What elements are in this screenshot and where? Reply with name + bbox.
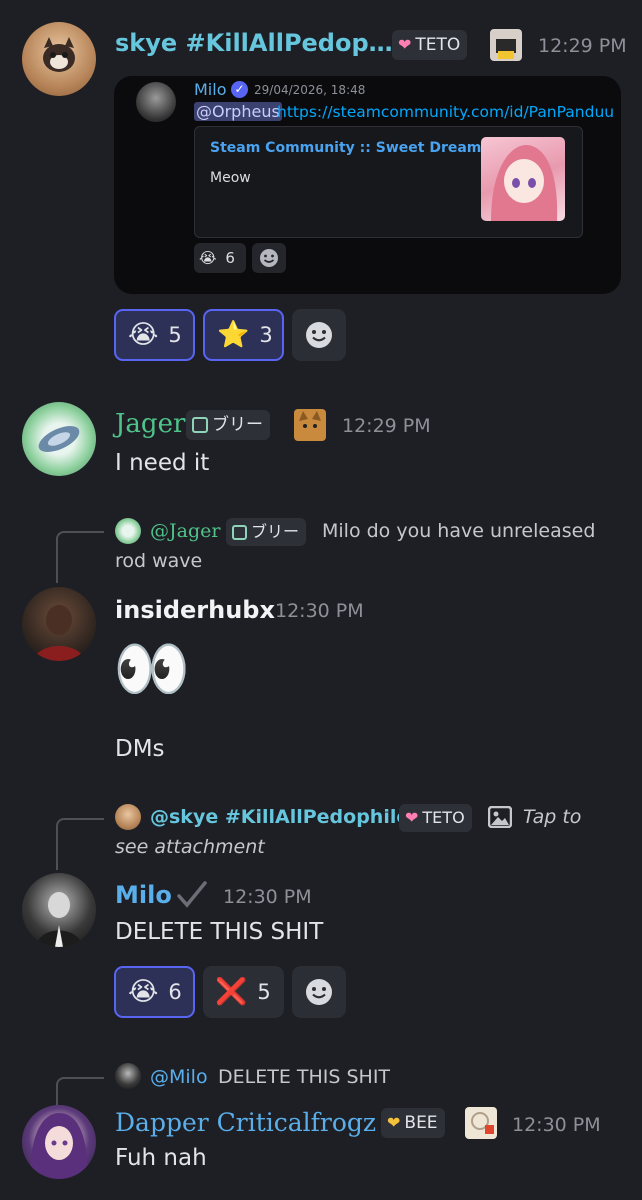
sketch-face-icon [471, 1112, 494, 1134]
avatar[interactable] [22, 402, 96, 476]
spiky-ball-icon [38, 426, 80, 452]
sob-emoji-icon: 😭 [199, 249, 217, 267]
role-tag[interactable]: ブリー [186, 410, 270, 440]
avatar[interactable] [22, 1105, 96, 1179]
timestamp: 12:29 PM [538, 35, 627, 57]
anime-girl-icon [491, 145, 558, 221]
forward-reaction[interactable]: 😭 6 [194, 243, 246, 273]
forwarded-message[interactable]: Milo ✓ 29/04/2026, 18:48 @Orpheus https:… [114, 76, 621, 294]
reply-connector [56, 818, 104, 870]
check-icon [177, 881, 207, 908]
image-attachment-icon [487, 805, 513, 829]
reply-mention[interactable]: @Jager [150, 520, 220, 542]
reaction-cross[interactable]: ❌ 5 [203, 966, 284, 1018]
reply-avatar[interactable] [115, 518, 141, 544]
forward-add-reaction-button[interactable] [252, 243, 286, 273]
author-name[interactable]: skye #KillAllPedop… [115, 29, 393, 57]
role-tag[interactable]: ❤ BEE [381, 1108, 445, 1138]
author-name[interactable]: insiderhubx [115, 596, 275, 624]
eyes-emoji-icon: 👀 [113, 632, 191, 705]
avatar[interactable] [22, 873, 96, 947]
verified-icon: ✓ [231, 81, 248, 98]
anime-girl-icon [30, 1113, 88, 1179]
reaction-sob[interactable]: 😭 5 [114, 309, 195, 361]
add-reaction-button[interactable] [292, 966, 346, 1018]
role-icon [490, 29, 522, 61]
reply-text[interactable]: Tap to [523, 806, 581, 828]
cat-face-icon [299, 411, 321, 428]
reply-mention[interactable]: @skye #KillAllPedophiles [150, 806, 421, 828]
message-text: Fuh nah [115, 1145, 207, 1171]
message-text: DMs [115, 736, 165, 762]
sob-emoji-icon: 😭 [128, 977, 159, 1007]
author-name[interactable]: Milo [115, 881, 172, 909]
embed-thumbnail[interactable] [481, 137, 565, 221]
image-icon [487, 805, 513, 829]
message-text: I need it [115, 450, 210, 476]
role-tag[interactable]: ❤ TETO [392, 30, 468, 60]
reply-text[interactable]: DELETE THIS SHIT [218, 1066, 390, 1088]
cat-sticker-icon [496, 39, 516, 59]
avatar[interactable] [22, 587, 96, 661]
reply-text-cont[interactable]: rod wave [115, 550, 202, 572]
reply-role-tag[interactable]: ブリー [226, 518, 307, 546]
timestamp: 12:30 PM [512, 1114, 601, 1136]
add-reaction-button[interactable] [292, 309, 346, 361]
author-name[interactable]: Dapper Criticalfrogz [115, 1108, 376, 1137]
reply-text[interactable]: Milo do you have unreleased [322, 520, 595, 542]
reply-mention[interactable]: @Milo [150, 1066, 208, 1088]
reply-avatar[interactable] [115, 804, 141, 830]
star-emoji-icon: ⭐ [217, 320, 250, 350]
forward-author[interactable]: Milo [194, 80, 226, 99]
timestamp: 12:30 PM [275, 600, 364, 622]
sob-emoji-icon: 😭 [128, 320, 159, 350]
reply-text-cont[interactable]: see attachment [115, 836, 265, 858]
embed-title[interactable]: Steam Community :: Sweet Dreams [210, 140, 490, 156]
heart-icon: ❤ [405, 808, 419, 827]
link-embed[interactable]: Steam Community :: Sweet Dreams Meow [194, 126, 583, 238]
reaction-star[interactable]: ⭐ 3 [203, 309, 284, 361]
forward-mention[interactable]: @Orpheus [194, 102, 282, 121]
forward-link[interactable]: https://steamcommunity.com/id/PanPanduu [277, 103, 614, 121]
person-photo-icon [36, 892, 82, 947]
role-icon [465, 1107, 497, 1139]
smiley-icon [260, 249, 278, 267]
reply-avatar[interactable] [115, 1063, 141, 1089]
person-photo-icon [34, 605, 84, 661]
cross-mark-icon: ❌ [215, 977, 248, 1007]
timestamp: 12:30 PM [223, 886, 312, 908]
author-name[interactable]: Jager [115, 409, 185, 439]
reaction-sob[interactable]: 😭 6 [114, 966, 195, 1018]
smiley-icon [306, 979, 332, 1005]
reply-connector [56, 531, 104, 583]
checkmark-icon [175, 880, 209, 910]
embed-description: Meow [210, 170, 251, 186]
forward-avatar[interactable] [136, 82, 176, 122]
timestamp: 12:29 PM [342, 415, 431, 437]
reply-connector [56, 1077, 104, 1107]
avatar[interactable] [22, 22, 96, 96]
forward-date: 29/04/2026, 18:48 [254, 83, 366, 97]
role-shield-icon [192, 417, 208, 433]
smiley-icon [306, 322, 332, 348]
heart-icon: ❤ [387, 1113, 401, 1132]
message-text: DELETE THIS SHIT [115, 919, 324, 945]
reply-role-tag[interactable]: ❤ TETO [399, 804, 472, 832]
cat-role-icon [294, 409, 326, 441]
role-shield-icon [232, 525, 247, 540]
cat-in-egg-icon [43, 37, 75, 72]
heart-icon: ❤ [398, 35, 412, 54]
